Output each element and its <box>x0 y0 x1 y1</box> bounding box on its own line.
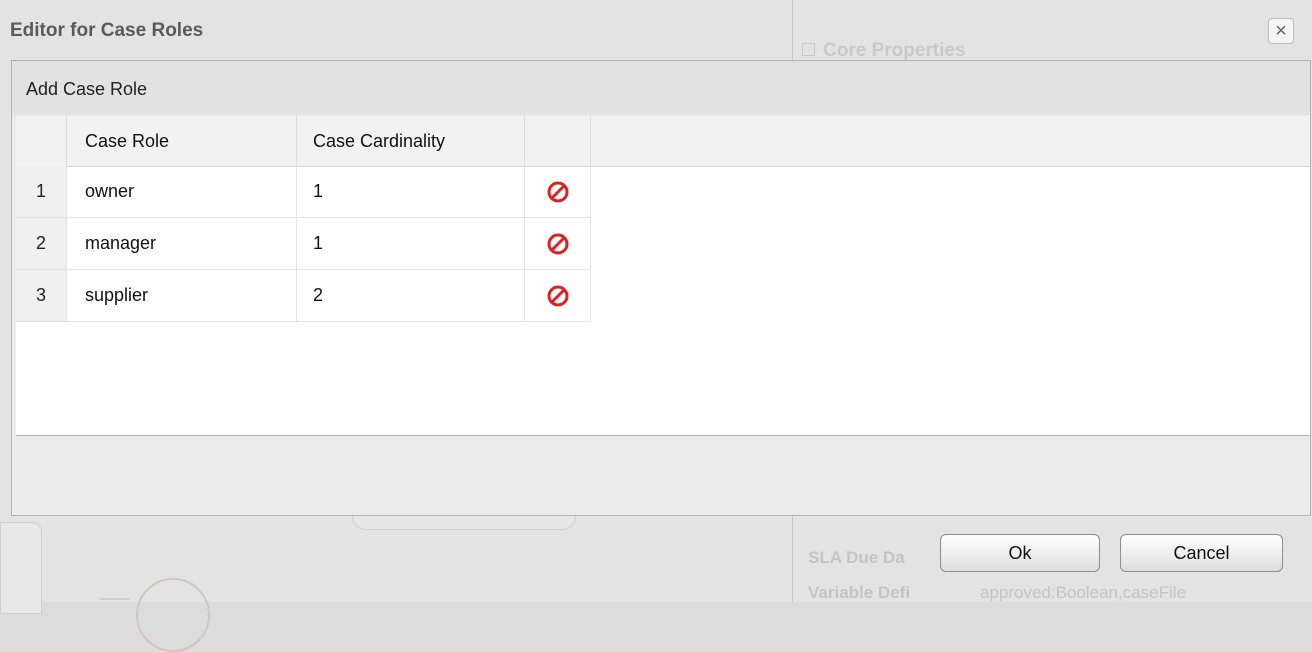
delete-icon[interactable] <box>525 218 591 270</box>
column-header-case-cardinality[interactable]: Case Cardinality <box>297 116 525 166</box>
close-button[interactable]: × <box>1268 18 1294 44</box>
case-roles-grid: Case Role Case Cardinality 1 owner 1 2 m… <box>16 116 1310 436</box>
case-role-cell[interactable]: supplier <box>67 270 297 322</box>
dialog-title: Editor for Case Roles <box>10 20 204 41</box>
case-cardinality-cell[interactable]: 2 <box>297 270 525 322</box>
add-case-role-button[interactable]: Add Case Role <box>26 79 147 100</box>
case-cardinality-cell[interactable]: 1 <box>297 218 525 270</box>
case-role-cell[interactable]: owner <box>67 166 297 218</box>
editor-panel: Add Case Role Case Role Case Cardinality… <box>11 60 1311 516</box>
toolbar: Add Case Role <box>12 61 1310 115</box>
case-roles-dialog: Editor for Case Roles × Add Case Role Ca… <box>0 0 1312 602</box>
ok-button[interactable]: Ok <box>940 534 1100 572</box>
close-icon: × <box>1275 20 1287 42</box>
case-cardinality-cell[interactable]: 1 <box>297 166 525 218</box>
delete-icon[interactable] <box>525 270 591 322</box>
case-role-cell[interactable]: manager <box>67 218 297 270</box>
row-number-header <box>16 116 67 166</box>
row-number: 3 <box>16 270 67 322</box>
grid-header: Case Role Case Cardinality <box>16 116 1310 167</box>
column-header-case-role[interactable]: Case Role <box>67 116 297 166</box>
actions-column-header <box>525 116 591 166</box>
cancel-button[interactable]: Cancel <box>1120 534 1283 572</box>
row-number: 1 <box>16 166 67 218</box>
row-number: 2 <box>16 218 67 270</box>
delete-icon[interactable] <box>525 166 591 218</box>
